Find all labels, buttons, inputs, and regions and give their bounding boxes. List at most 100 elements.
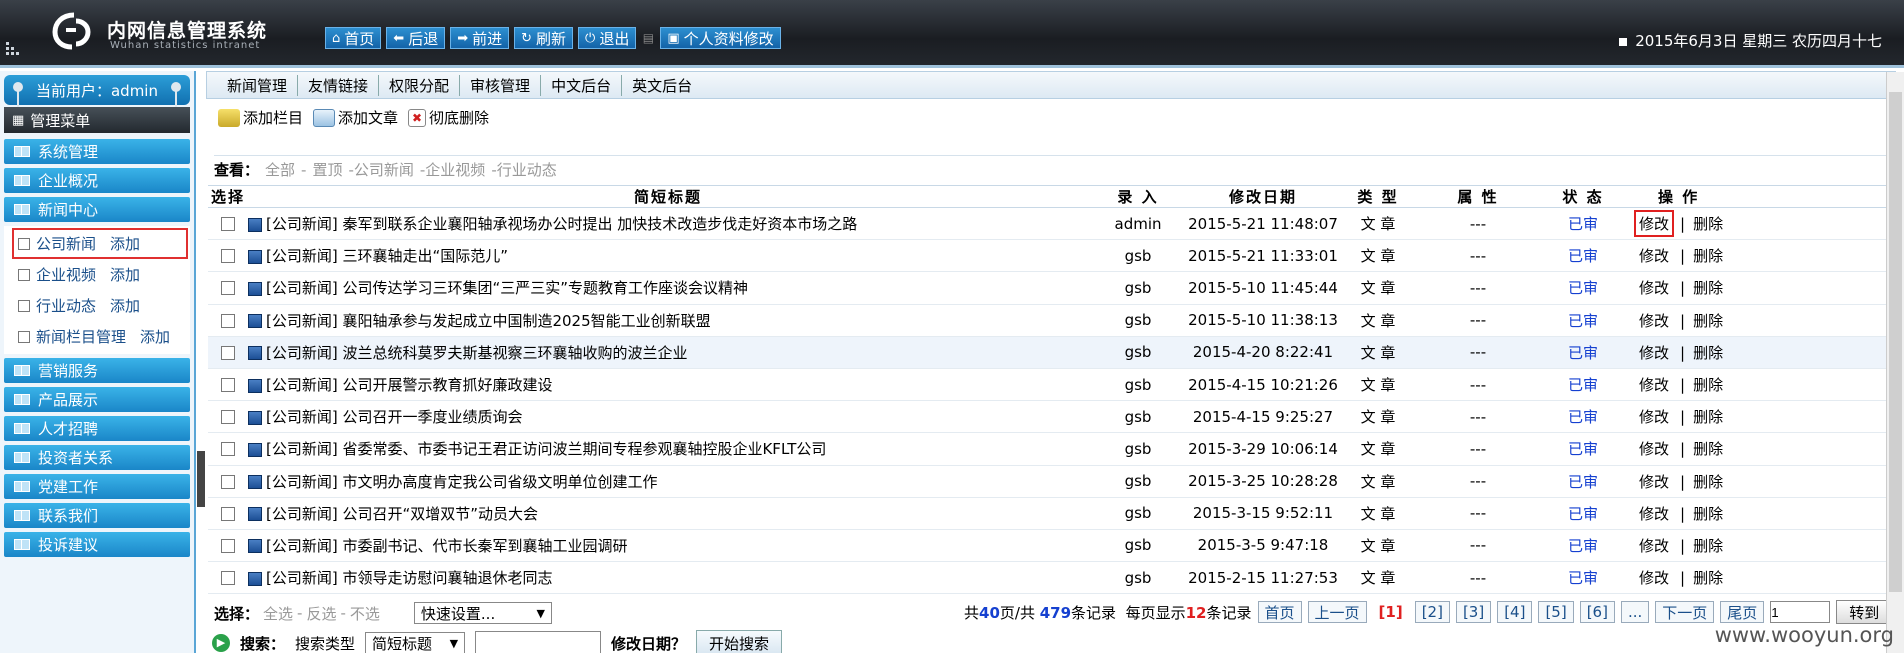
edit-link[interactable]: 修改 (1636, 502, 1672, 525)
start-search-button[interactable]: 开始搜索 (696, 630, 783, 653)
back-button[interactable]: ⬅ 后退 (386, 27, 446, 49)
page-link[interactable]: [2] (1414, 601, 1450, 623)
submenu-add-link[interactable]: 添加 (110, 233, 140, 254)
search-input[interactable] (475, 631, 602, 653)
menu-item-recruitment[interactable]: 人才招聘 (4, 416, 190, 441)
row-checkbox[interactable] (221, 506, 235, 521)
menu-item-contact[interactable]: 联系我们 (4, 503, 190, 528)
submenu-label[interactable]: 行业动态 (36, 295, 96, 316)
edit-link[interactable]: 修改 (1636, 470, 1672, 493)
filter-industry-news[interactable]: -行业动态 (491, 159, 556, 180)
submenu-label[interactable]: 公司新闻 (36, 233, 96, 254)
tab-review-mgmt[interactable]: 审核管理 (460, 74, 542, 96)
delete-link[interactable]: 删除 (1693, 473, 1723, 491)
menu-item-news-center[interactable]: 新闻中心 (4, 197, 190, 222)
delete-link[interactable]: 删除 (1693, 312, 1723, 330)
row-status-link[interactable]: 已审 (1538, 304, 1628, 337)
row-checkbox[interactable] (221, 281, 235, 296)
row-checkbox[interactable] (221, 313, 235, 328)
row-checkbox[interactable] (221, 571, 235, 586)
tab-friend-links[interactable]: 友情链接 (298, 74, 380, 96)
row-status-link[interactable]: 已审 (1538, 207, 1628, 241)
submenu-company-video[interactable]: 企业视频 添加 (4, 259, 190, 290)
goto-page-input[interactable] (1770, 601, 1831, 623)
page-link[interactable]: [4] (1497, 601, 1533, 623)
refresh-button[interactable]: ↻ 刷新 (514, 27, 574, 49)
vertical-scrollbar[interactable] (1886, 72, 1904, 653)
row-status-link[interactable]: 已审 (1538, 561, 1628, 595)
delete-link[interactable]: 删除 (1693, 408, 1723, 426)
add-column-button[interactable]: 添加栏目 (218, 107, 303, 128)
forward-button[interactable]: ➡ 前进 (450, 27, 510, 49)
row-title-link[interactable]: [公司新闻] 公司召开“双增双节”动员大会 (266, 505, 538, 523)
row-title-link[interactable]: [公司新闻] 省委常委、市委书记王君正访问波兰期间专程参观襄轴控股企业KFLT公… (266, 440, 826, 458)
row-title-link[interactable]: [公司新闻] 公司传达学习三环集团“三严三实”专题教育工作座谈会议精神 (266, 279, 748, 297)
filter-pinned[interactable]: 置顶 (312, 159, 342, 180)
scrollbar-thumb[interactable] (1889, 92, 1902, 592)
row-checkbox[interactable] (221, 345, 235, 360)
quick-set-select[interactable]: 快速设置... ▼ (413, 602, 552, 624)
row-status-link[interactable]: 已审 (1538, 336, 1628, 369)
tab-chinese-admin[interactable]: 中文后台 (541, 74, 623, 96)
submenu-add-link[interactable]: 添加 (110, 295, 140, 316)
row-status-link[interactable]: 已审 (1538, 529, 1628, 563)
edit-link[interactable]: 修改 (1636, 534, 1672, 557)
prev-page-button[interactable]: 上一页 (1307, 601, 1367, 623)
row-checkbox[interactable] (221, 217, 235, 232)
edit-link[interactable]: 修改 (1636, 405, 1672, 428)
delete-link[interactable]: 删除 (1693, 247, 1723, 265)
page-link[interactable]: [3] (1455, 601, 1492, 623)
home-button[interactable]: ⌂ 首页 (325, 27, 382, 49)
row-title-link[interactable]: [公司新闻] 秦军到联系企业襄阳轴承视场办公时提出 加快技术改造步伐走好资本市场… (266, 215, 857, 233)
submenu-news-column-mgmt[interactable]: 新闻栏目管理 添加 (4, 321, 190, 352)
delete-link[interactable]: 删除 (1693, 537, 1723, 555)
delete-link[interactable]: 删除 (1693, 440, 1723, 458)
search-type-select[interactable]: 简短标题 ▼ (365, 632, 466, 653)
delete-link[interactable]: 删除 (1693, 215, 1723, 233)
logout-button[interactable]: ⏻ 退出 (578, 27, 637, 49)
submenu-industry-news[interactable]: 行业动态 添加 (4, 290, 190, 321)
row-checkbox[interactable] (221, 442, 235, 457)
invert-selection-link[interactable]: 反选 (306, 603, 336, 624)
edit-link[interactable]: 修改 (1636, 276, 1672, 299)
row-status-link[interactable]: 已审 (1538, 465, 1628, 498)
row-checkbox[interactable] (221, 474, 235, 489)
page-link-ellipsis[interactable]: ... (1620, 601, 1650, 623)
edit-link[interactable]: 修改 (1636, 566, 1672, 589)
filter-company-video[interactable]: -企业视频 (420, 159, 485, 180)
row-status-link[interactable]: 已审 (1538, 432, 1628, 466)
edit-link[interactable]: 修改 (1636, 373, 1672, 396)
page-link[interactable]: [5] (1538, 601, 1574, 623)
submenu-add-link[interactable]: 添加 (110, 264, 140, 285)
row-status-link[interactable]: 已审 (1538, 497, 1628, 530)
next-page-button[interactable]: 下一页 (1655, 601, 1715, 623)
row-title-link[interactable]: [公司新闻] 襄阳轴承参与发起成立中国制造2025智能工业创新联盟 (266, 312, 711, 330)
edit-link[interactable]: 修改 (1636, 437, 1672, 460)
row-title-link[interactable]: [公司新闻] 公司召开一季度业绩质询会 (266, 408, 522, 426)
edit-link[interactable]: 修改 (1633, 210, 1675, 238)
row-title-link[interactable]: [公司新闻] 市领导走访慰问襄轴退休老同志 (266, 569, 552, 587)
row-status-link[interactable]: 已审 (1538, 400, 1628, 434)
menu-item-investors[interactable]: 投资者关系 (4, 445, 190, 470)
row-title-link[interactable]: [公司新闻] 公司开展警示教育抓好廉政建设 (266, 376, 552, 394)
filter-all[interactable]: 全部 (265, 159, 295, 180)
row-title-link[interactable]: [公司新闻] 市文明办高度肯定我公司省级文明单位创建工作 (266, 473, 657, 491)
last-page-button[interactable]: 尾页 (1720, 601, 1765, 623)
submenu-add-link[interactable]: 添加 (140, 326, 170, 347)
delete-link[interactable]: 删除 (1693, 344, 1723, 362)
add-article-button[interactable]: 添加文章 (313, 107, 398, 128)
delete-link[interactable]: 删除 (1693, 505, 1723, 523)
select-none-link[interactable]: 不选 (350, 603, 380, 624)
menu-item-products[interactable]: 产品展示 (4, 387, 190, 412)
filter-company-news[interactable]: -公司新闻 (348, 159, 413, 180)
submenu-company-news[interactable]: 公司新闻 添加 (12, 228, 188, 259)
menu-item-system[interactable]: 系统管理 (4, 139, 190, 164)
delete-link[interactable]: 删除 (1693, 569, 1723, 587)
delete-link[interactable]: 删除 (1693, 279, 1723, 297)
goto-page-button[interactable]: 转到 (1836, 600, 1893, 624)
page-link[interactable]: [6] (1579, 601, 1615, 623)
row-status-link[interactable]: 已审 (1538, 368, 1628, 402)
profile-edit-button[interactable]: ▣ 个人资料修改 (660, 27, 781, 49)
edit-link[interactable]: 修改 (1636, 244, 1672, 267)
submenu-label[interactable]: 企业视频 (36, 264, 96, 285)
